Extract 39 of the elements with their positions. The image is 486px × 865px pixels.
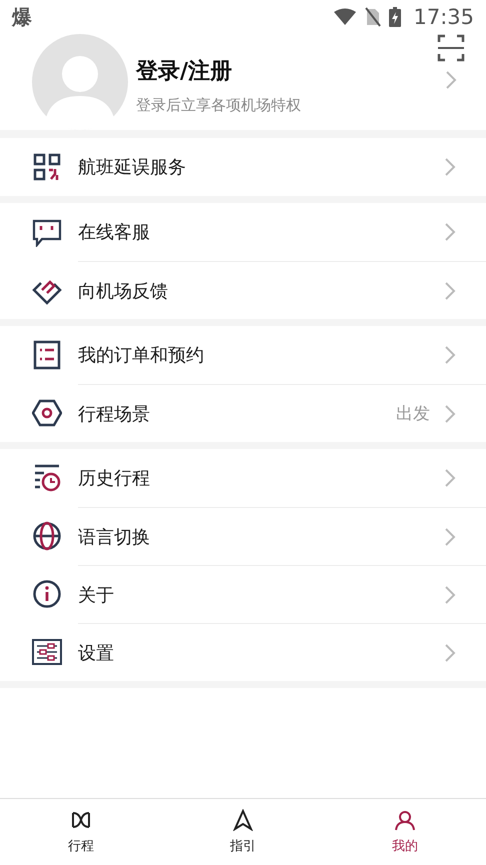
chevron-icon <box>444 468 456 488</box>
login-subtitle: 登录后立享各项机场特权 <box>136 96 302 114</box>
list-icon <box>32 340 62 370</box>
info-icon <box>32 579 62 609</box>
compass-icon <box>231 809 255 831</box>
hexagon-icon <box>32 398 62 428</box>
chevron-icon <box>445 70 457 90</box>
login-title[interactable]: 登录/注册 <box>136 56 416 86</box>
route-icon <box>69 809 93 831</box>
status-label: 爆 <box>12 4 32 30</box>
chevron-icon <box>444 642 456 662</box>
no-sim-icon <box>365 7 382 27</box>
row-value: 出发 <box>396 403 430 425</box>
qr-icon <box>32 152 62 182</box>
chevron-icon <box>444 345 456 365</box>
menu-item[interactable]: 在线客服 <box>0 203 486 261</box>
wifi-icon <box>333 8 358 26</box>
chevron-icon <box>444 222 456 242</box>
menu-item[interactable]: 语言切换 <box>0 507 486 565</box>
person-icon <box>393 809 417 831</box>
chevron-icon <box>444 584 456 604</box>
chevron-icon <box>444 157 456 177</box>
chevron-icon <box>444 280 456 300</box>
menu-item[interactable]: 我的订单和预约 <box>0 326 486 384</box>
menu-item[interactable]: 设置 <box>0 623 486 681</box>
chevron-icon <box>444 526 456 546</box>
history-icon <box>32 463 62 493</box>
chevron-icon <box>444 404 456 424</box>
battery-icon <box>389 7 402 27</box>
scan-icon <box>437 34 465 62</box>
menu-item[interactable]: 向机场反馈 <box>0 261 486 319</box>
status-time: 17:35 <box>413 5 474 29</box>
chat-icon <box>32 217 62 247</box>
globe-icon <box>32 521 62 551</box>
menu-item[interactable]: 关于 <box>0 565 486 623</box>
menu-item[interactable]: 航班延误服务 <box>0 138 486 196</box>
menu-item[interactable]: 历史行程 <box>0 449 486 507</box>
menu-item[interactable]: 行程场景 出发 <box>0 384 486 442</box>
sliders-icon <box>32 637 62 667</box>
